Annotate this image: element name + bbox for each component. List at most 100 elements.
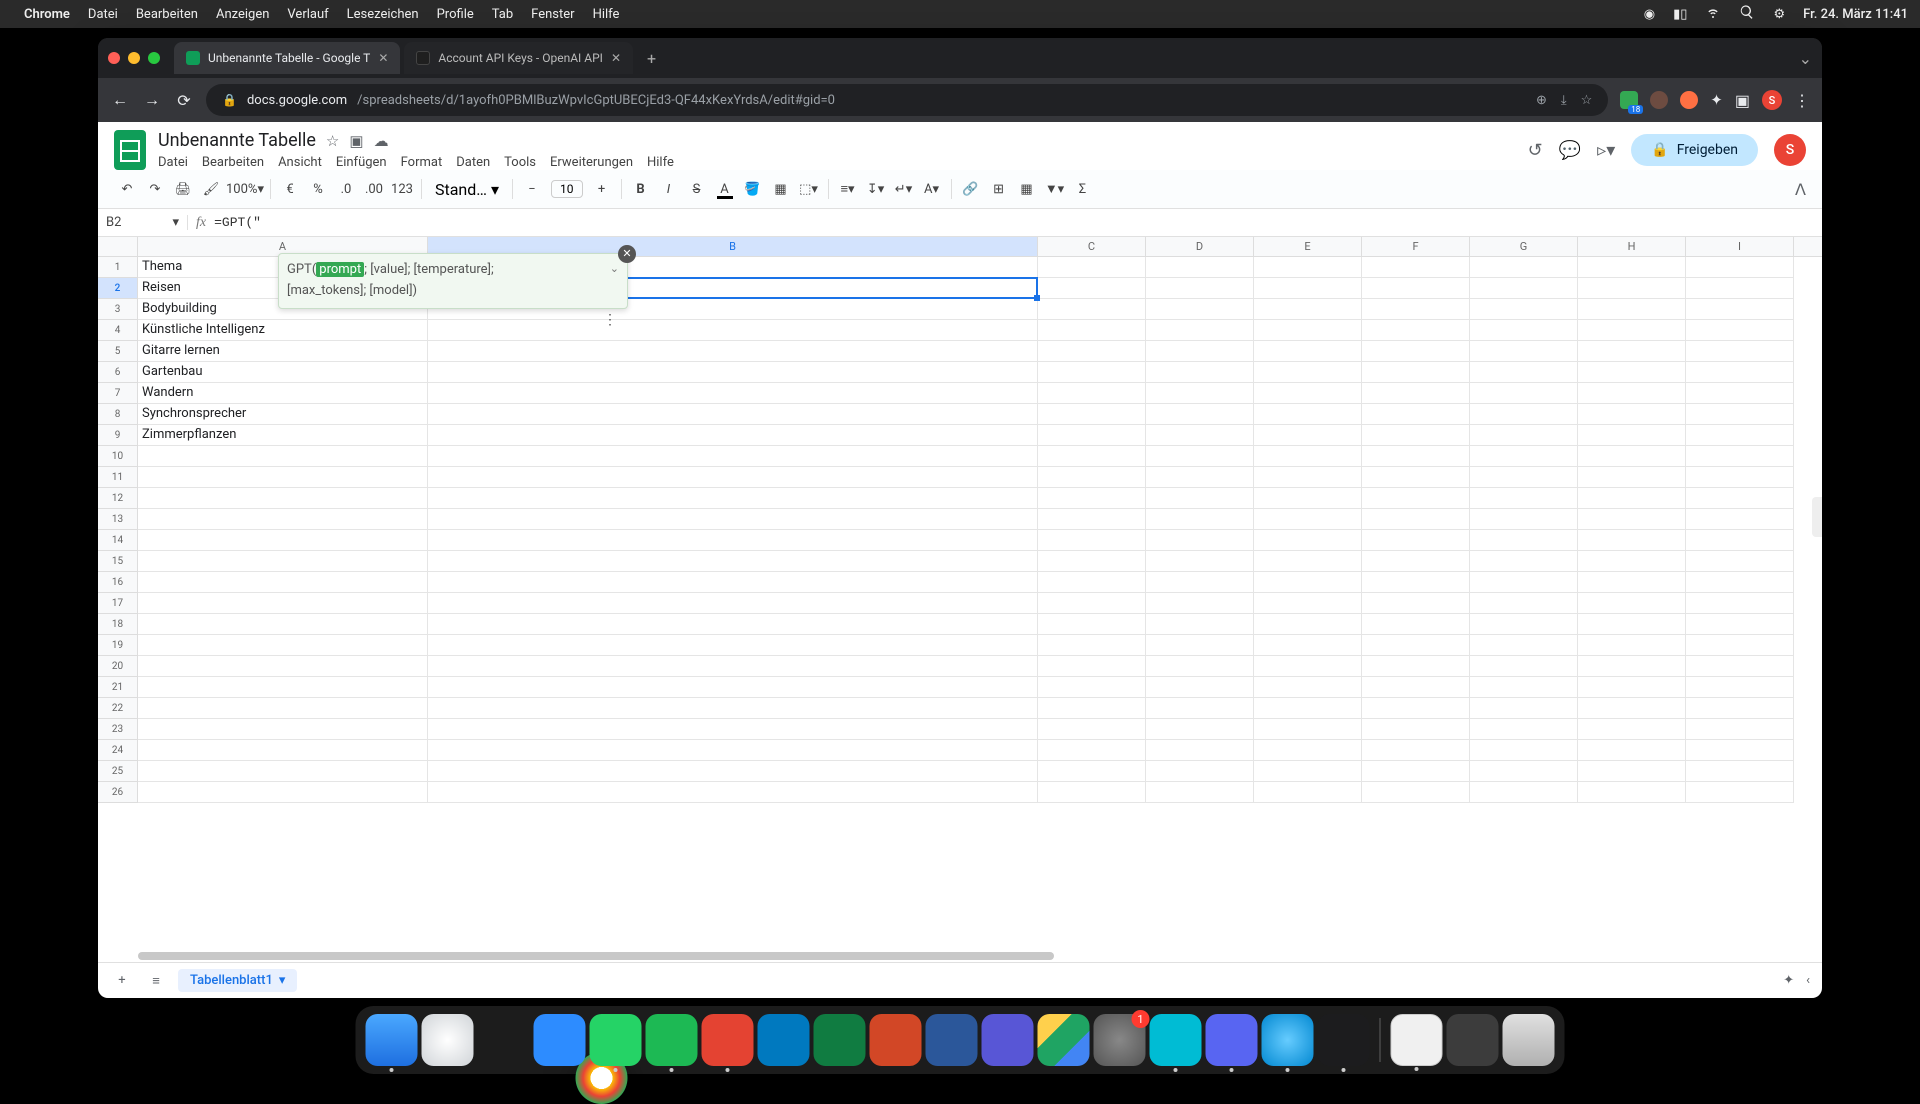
menu-tab[interactable]: Tab bbox=[492, 7, 513, 22]
strikethrough-icon[interactable]: S bbox=[684, 176, 710, 202]
cell[interactable] bbox=[1254, 488, 1362, 509]
cell[interactable] bbox=[1362, 467, 1470, 488]
cell[interactable]: Wandern bbox=[138, 383, 428, 404]
nav-reload-icon[interactable]: ⟳ bbox=[174, 91, 194, 110]
cell[interactable] bbox=[428, 320, 1038, 341]
redo-icon[interactable]: ↷ bbox=[142, 176, 168, 202]
cell[interactable] bbox=[1470, 719, 1578, 740]
dock-trash-icon[interactable] bbox=[1503, 1014, 1555, 1066]
cell[interactable] bbox=[138, 740, 428, 761]
cell[interactable] bbox=[428, 362, 1038, 383]
cell[interactable] bbox=[428, 509, 1038, 530]
cell[interactable] bbox=[138, 467, 428, 488]
cell[interactable] bbox=[1146, 362, 1254, 383]
horizontal-scrollbar[interactable] bbox=[138, 952, 1804, 962]
sidepanel-collapse-icon[interactable]: ‹ bbox=[1806, 973, 1810, 988]
lock-icon[interactable]: 🔒 bbox=[222, 93, 237, 107]
paint-format-icon[interactable]: 🖌 bbox=[198, 176, 224, 202]
cell[interactable] bbox=[1470, 635, 1578, 656]
cell[interactable] bbox=[1254, 782, 1362, 803]
cell[interactable] bbox=[1470, 614, 1578, 635]
dock-preview-icon[interactable] bbox=[1391, 1014, 1443, 1066]
cell[interactable] bbox=[1470, 530, 1578, 551]
cell[interactable] bbox=[1254, 551, 1362, 572]
dock-trello-icon[interactable] bbox=[758, 1014, 810, 1066]
extensions-menu-icon[interactable]: ✦ bbox=[1710, 91, 1723, 109]
halign-icon[interactable]: ≡▾ bbox=[835, 176, 861, 202]
cell[interactable] bbox=[1254, 740, 1362, 761]
cell[interactable] bbox=[1038, 614, 1146, 635]
sheets-menu-bearbeiten[interactable]: Bearbeiten bbox=[202, 155, 264, 170]
cell[interactable] bbox=[138, 698, 428, 719]
cell[interactable] bbox=[1038, 677, 1146, 698]
cell[interactable] bbox=[1038, 278, 1146, 299]
cell[interactable] bbox=[1578, 341, 1686, 362]
nav-back-icon[interactable]: ← bbox=[110, 90, 130, 110]
sheets-menu-erweiterungen[interactable]: Erweiterungen bbox=[550, 155, 633, 170]
cell[interactable] bbox=[1578, 719, 1686, 740]
cell[interactable] bbox=[1686, 299, 1794, 320]
profile-avatar[interactable]: S bbox=[1762, 90, 1782, 110]
cell[interactable] bbox=[1038, 257, 1146, 278]
cell[interactable] bbox=[1146, 425, 1254, 446]
cell[interactable] bbox=[428, 782, 1038, 803]
col-header[interactable]: C bbox=[1038, 237, 1146, 256]
menu-datei[interactable]: Datei bbox=[88, 7, 118, 22]
row-header[interactable]: 24 bbox=[98, 740, 138, 761]
cell[interactable] bbox=[1038, 383, 1146, 404]
chart-icon[interactable]: ▦ bbox=[1014, 176, 1040, 202]
cell[interactable] bbox=[1362, 404, 1470, 425]
cell[interactable] bbox=[1038, 593, 1146, 614]
chrome-menu-icon[interactable]: ⋮ bbox=[1794, 91, 1810, 110]
cell[interactable] bbox=[1686, 614, 1794, 635]
zoom-icon[interactable]: ⊕ bbox=[1536, 93, 1547, 108]
dock-finder-icon[interactable] bbox=[366, 1014, 418, 1066]
cell[interactable] bbox=[1578, 782, 1686, 803]
cell[interactable] bbox=[1146, 383, 1254, 404]
cell[interactable] bbox=[1254, 593, 1362, 614]
move-icon[interactable]: ▣ bbox=[349, 132, 363, 150]
cell[interactable] bbox=[1146, 677, 1254, 698]
cell[interactable] bbox=[1038, 299, 1146, 320]
cell[interactable] bbox=[138, 635, 428, 656]
sheets-menu-hilfe[interactable]: Hilfe bbox=[647, 155, 674, 170]
cell[interactable] bbox=[1254, 677, 1362, 698]
cell[interactable] bbox=[1362, 551, 1470, 572]
cell[interactable] bbox=[1578, 509, 1686, 530]
control-center-icon[interactable]: ⚙ bbox=[1773, 7, 1785, 22]
cell[interactable] bbox=[1686, 677, 1794, 698]
cell[interactable] bbox=[1362, 530, 1470, 551]
cell[interactable] bbox=[1470, 257, 1578, 278]
dock-safari-icon[interactable] bbox=[422, 1014, 474, 1066]
dock-voicememos-icon[interactable] bbox=[1318, 1014, 1370, 1066]
cell[interactable] bbox=[1470, 446, 1578, 467]
row-header[interactable]: 23 bbox=[98, 719, 138, 740]
browser-tab-active[interactable]: Unbenannte Tabelle - Google T ✕ bbox=[174, 42, 400, 74]
cell[interactable] bbox=[428, 425, 1038, 446]
hint-close-icon[interactable]: ✕ bbox=[618, 245, 636, 263]
grid[interactable]: ABCDEFGHI 1Thema2Reisen3Bodybuilding4Kün… bbox=[98, 237, 1822, 962]
comment-icon[interactable]: ⊞ bbox=[986, 176, 1012, 202]
row-header[interactable]: 21 bbox=[98, 677, 138, 698]
cell[interactable] bbox=[1470, 572, 1578, 593]
extension-icon[interactable] bbox=[1650, 91, 1668, 109]
cell[interactable] bbox=[1578, 488, 1686, 509]
dock-zoom-icon[interactable] bbox=[534, 1014, 586, 1066]
num-format-icon[interactable]: 123 bbox=[389, 176, 415, 202]
cell[interactable] bbox=[1362, 656, 1470, 677]
cell[interactable] bbox=[1038, 509, 1146, 530]
cell[interactable]: Zimmerpflanzen bbox=[138, 425, 428, 446]
cell[interactable] bbox=[1578, 677, 1686, 698]
cell[interactable] bbox=[1362, 341, 1470, 362]
row-header[interactable]: 6 bbox=[98, 362, 138, 383]
row-header[interactable]: 19 bbox=[98, 635, 138, 656]
cell[interactable] bbox=[1362, 677, 1470, 698]
cell[interactable] bbox=[1038, 719, 1146, 740]
dock-app-icon[interactable] bbox=[1447, 1014, 1499, 1066]
menu-lesezeichen[interactable]: Lesezeichen bbox=[347, 7, 419, 22]
cell[interactable] bbox=[1254, 278, 1362, 299]
col-header[interactable]: H bbox=[1578, 237, 1686, 256]
cell[interactable] bbox=[428, 614, 1038, 635]
cell[interactable] bbox=[1686, 698, 1794, 719]
cell[interactable] bbox=[1362, 761, 1470, 782]
